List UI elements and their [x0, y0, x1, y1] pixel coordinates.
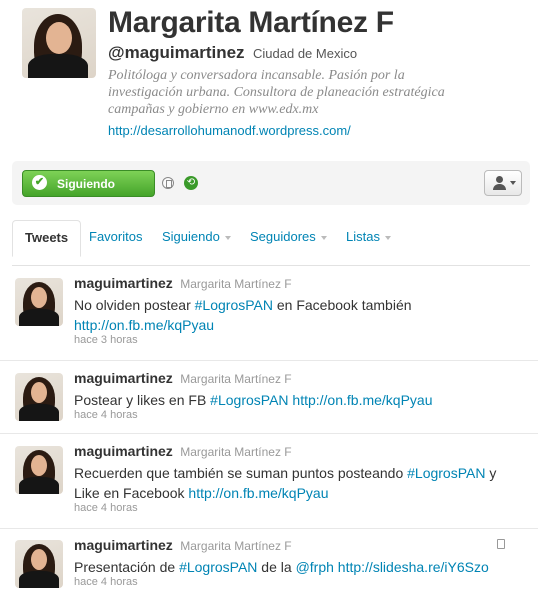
user-actions-dropdown[interactable] — [484, 170, 522, 196]
avatar-face — [31, 455, 47, 476]
device-icon[interactable] — [162, 177, 174, 189]
tweet-text-part: en Facebook también — [272, 297, 412, 313]
profile-location: Ciudad de Mexico — [253, 46, 358, 61]
hashtag-link[interactable]: #LogrosPAN — [179, 559, 257, 575]
tweet-text: Presentación de #LogrosPAN de la @frph h… — [74, 557, 524, 577]
tab-favoritos-label: Favoritos — [89, 229, 143, 244]
avatar-face — [31, 549, 47, 570]
profile-url-link[interactable]: http://desarrollohumanodf.wordpress.com/ — [108, 123, 351, 138]
tab-seguidores[interactable]: Seguidores — [250, 220, 327, 254]
profile-name: Margarita Martínez F — [108, 6, 394, 39]
profile-screen-line: @maguimartinez Ciudad de Mexico — [108, 43, 357, 63]
profile-avatar[interactable] — [22, 8, 96, 78]
url-link[interactable]: http://on.fb.me/kqPyau — [188, 485, 328, 501]
action-bar: ✔ Siguiendo ⟲ — [12, 161, 530, 205]
tab-siguiendo-label: Siguiendo — [162, 229, 220, 244]
tweet-screen-name[interactable]: maguimartinez — [74, 370, 173, 386]
tweet-text-part: Postear y likes en FB — [74, 392, 211, 408]
person-icon — [496, 176, 503, 183]
mention-link[interactable]: @frph — [296, 559, 334, 575]
tweet-avatar[interactable] — [15, 278, 63, 326]
tweet-timestamp[interactable]: hace 4 horas — [74, 502, 138, 514]
tweet-text: Recuerden que también se suman puntos po… — [74, 463, 524, 503]
tweet-full-name: Margarita Martínez F — [180, 539, 292, 553]
chevron-down-icon — [510, 181, 516, 185]
tweet-item[interactable]: maguimartinez Margarita Martínez F No ol… — [0, 266, 538, 361]
tweet-text-part: Recuerden que también se suman puntos po… — [74, 465, 408, 481]
url-link[interactable]: http://on.fb.me/kqPyau — [292, 392, 432, 408]
following-button-label: Siguiendo — [57, 177, 115, 191]
hashtag-link[interactable]: #LogrosPAN — [195, 297, 273, 313]
avatar-face — [31, 287, 47, 308]
avatar-body — [19, 309, 59, 326]
tweet-header: maguimartinez Margarita Martínez F — [74, 275, 292, 293]
document-icon[interactable] — [497, 539, 505, 549]
chevron-down-icon — [320, 235, 327, 240]
tab-listas[interactable]: Listas — [346, 220, 391, 254]
tweet-header: maguimartinez Margarita Martínez F — [74, 537, 292, 555]
avatar-face — [31, 382, 47, 403]
tweet-avatar[interactable] — [15, 373, 63, 421]
url-link[interactable]: http://slidesha.re/iY6Szo — [338, 559, 489, 575]
profile-bio: Politóloga y conversadora incansable. Pa… — [108, 68, 445, 117]
following-button[interactable]: ✔ Siguiendo — [22, 170, 155, 197]
tweet-text: Postear y likes en FB #LogrosPAN http://… — [74, 390, 524, 410]
tweet-avatar[interactable] — [15, 446, 63, 494]
tweet-screen-name[interactable]: maguimartinez — [74, 275, 173, 291]
tweet-text: No olviden postear #LogrosPAN en Faceboo… — [74, 295, 524, 335]
retweet-icon[interactable]: ⟲ — [184, 176, 198, 190]
chevron-down-icon — [224, 235, 231, 240]
tweet-full-name: Margarita Martínez F — [180, 445, 292, 459]
tab-listas-label: Listas — [346, 229, 380, 244]
tweet-text-part: Presentación de — [74, 559, 180, 575]
tab-tweets-label: Tweets — [25, 230, 69, 245]
tab-tweets[interactable]: Tweets — [12, 220, 82, 257]
tab-favoritos[interactable]: Favoritos — [89, 220, 142, 254]
tweet-screen-name[interactable]: maguimartinez — [74, 443, 173, 459]
tweet-full-name: Margarita Martínez F — [180, 277, 292, 291]
avatar-body — [19, 404, 59, 421]
tweet-item[interactable]: maguimartinez Margarita Martínez F Poste… — [0, 361, 538, 434]
tweet-item[interactable]: maguimartinez Margarita Martínez F Prese… — [0, 528, 538, 598]
tab-siguiendo[interactable]: Siguiendo — [162, 220, 231, 254]
avatar-body — [19, 571, 59, 588]
tweet-avatar[interactable] — [15, 540, 63, 588]
tweet-header: maguimartinez Margarita Martínez F — [74, 443, 292, 461]
tweet-screen-name[interactable]: maguimartinez — [74, 537, 173, 553]
hashtag-link[interactable]: #LogrosPAN — [407, 465, 485, 481]
profile-tabs: Tweets Favoritos Siguiendo Seguidores Li… — [12, 220, 530, 266]
tweet-text-part: de la — [257, 559, 296, 575]
check-icon: ✔ — [32, 175, 47, 190]
avatar-body — [19, 477, 59, 494]
tweet-timestamp[interactable]: hace 3 horas — [74, 334, 138, 346]
tweet-item[interactable]: maguimartinez Margarita Martínez F Recue… — [0, 434, 538, 529]
tweet-header: maguimartinez Margarita Martínez F — [74, 370, 292, 388]
avatar-body — [28, 54, 88, 78]
tweet-full-name: Margarita Martínez F — [180, 372, 292, 386]
tweet-timestamp[interactable]: hace 4 horas — [74, 409, 138, 421]
profile-screen-name: @maguimartinez — [108, 43, 245, 62]
chevron-down-icon — [384, 235, 391, 240]
tab-seguidores-label: Seguidores — [250, 229, 316, 244]
url-link[interactable]: http://on.fb.me/kqPyau — [74, 317, 214, 333]
hashtag-link[interactable]: #LogrosPAN — [210, 392, 288, 408]
person-icon-body — [493, 184, 506, 190]
tweet-timestamp[interactable]: hace 4 horas — [74, 576, 138, 588]
avatar-face — [46, 22, 72, 54]
tweet-text-part: No olviden postear — [74, 297, 195, 313]
